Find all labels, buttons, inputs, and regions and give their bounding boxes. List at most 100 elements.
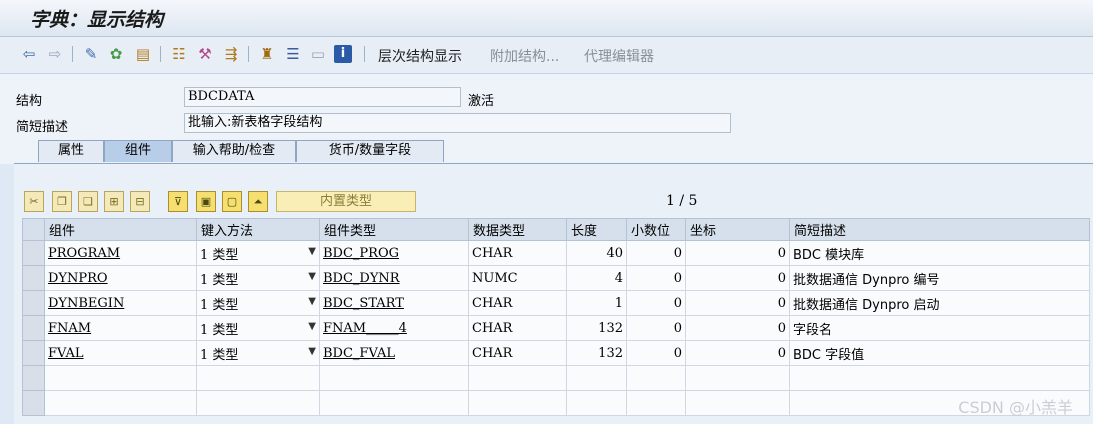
typing-cell[interactable]: 1 类型 ▼ — [196, 265, 320, 291]
table-row[interactable]: DYNBEGIN 1 类型 ▼ BDC_START CHAR 1 0 0 批数据通… — [22, 290, 1090, 316]
data-type-cell[interactable]: CHAR — [468, 340, 567, 366]
empty-row[interactable] — [22, 365, 1090, 391]
coordinate-cell[interactable]: 0 — [685, 265, 790, 291]
paste-icon[interactable]: ❏ — [78, 191, 98, 212]
row-selector[interactable] — [22, 315, 45, 341]
short-desc-cell[interactable]: 批数据通信 Dynpro 启动 — [789, 290, 1090, 316]
empty-row[interactable] — [22, 390, 1090, 416]
insert-row-icon[interactable]: ⊞ — [104, 191, 124, 212]
dropdown-icon[interactable]: ▼ — [308, 346, 316, 357]
coordinate-cell[interactable]: 0 — [685, 315, 790, 341]
row-selector[interactable] — [22, 265, 45, 291]
coordinate-cell[interactable]: 0 — [685, 240, 790, 266]
tab-attributes[interactable]: 属性 — [38, 140, 104, 162]
length-cell[interactable]: 4 — [566, 265, 627, 291]
typing-cell[interactable]: 1 类型 ▼ — [196, 240, 320, 266]
component-type[interactable]: BDC_FVAL — [323, 346, 395, 361]
component-cell[interactable]: DYNPRO — [44, 265, 197, 291]
component-type-cell[interactable]: BDC_START — [319, 290, 469, 316]
short-desc-cell[interactable]: 批数据通信 Dynpro 编号 — [789, 265, 1090, 291]
tab-input-help[interactable]: 输入帮助/检查 — [172, 140, 296, 162]
dropdown-icon[interactable]: ▼ — [308, 246, 316, 257]
length-cell[interactable]: 40 — [566, 240, 627, 266]
structure-field[interactable]: BDCDATA — [184, 87, 461, 107]
sort-icon[interactable]: ⏶ — [248, 191, 268, 212]
decimals-cell[interactable]: 0 — [626, 265, 686, 291]
length-cell[interactable]: 132 — [566, 340, 627, 366]
layout-icon[interactable]: ▭ — [309, 45, 327, 63]
row-selector-header[interactable] — [22, 218, 45, 241]
short-desc-cell[interactable]: BDC 字段值 — [789, 340, 1090, 366]
table-row[interactable]: PROGRAM 1 类型 ▼ BDC_PROG CHAR 40 0 0 BDC 模… — [22, 240, 1090, 266]
table-row[interactable]: FVAL 1 类型 ▼ BDC_FVAL CHAR 132 0 0 BDC 字段值 — [22, 340, 1090, 366]
table-row[interactable]: DYNPRO 1 类型 ▼ BDC_DYNR NUMC 4 0 0 批数据通信 D… — [22, 265, 1090, 291]
filter-icon[interactable]: ⊽ — [168, 191, 188, 212]
length-cell[interactable]: 1 — [566, 290, 627, 316]
coordinate-cell[interactable]: 0 — [685, 340, 790, 366]
clipboard-icon[interactable]: ▤ — [134, 45, 152, 63]
empty-cell[interactable] — [319, 365, 469, 391]
cut-icon[interactable]: ✂ — [24, 191, 44, 212]
typing-cell[interactable]: 1 类型 ▼ — [196, 315, 320, 341]
component-type-cell[interactable]: FNAM_____4 — [319, 315, 469, 341]
dropdown-icon[interactable]: ▼ — [308, 321, 316, 332]
empty-cell[interactable] — [685, 365, 790, 391]
empty-cell[interactable] — [468, 390, 567, 416]
where-used-icon[interactable]: ⇶ — [222, 45, 240, 63]
hierarchy-icon[interactable]: ♜ — [258, 45, 276, 63]
magic-wand-icon[interactable]: ⚒ — [196, 45, 214, 63]
empty-cell[interactable] — [44, 390, 197, 416]
empty-cell[interactable] — [685, 390, 790, 416]
forward-icon[interactable]: ⇨ — [46, 45, 64, 63]
empty-cell[interactable] — [196, 390, 320, 416]
data-type-cell[interactable]: CHAR — [468, 315, 567, 341]
dropdown-icon[interactable]: ▼ — [308, 271, 316, 282]
empty-cell[interactable] — [468, 365, 567, 391]
tab-currency-quantity[interactable]: 货币/数量字段 — [296, 140, 444, 162]
component-type-cell[interactable]: BDC_FVAL — [319, 340, 469, 366]
row-selector[interactable] — [22, 340, 45, 366]
typing-cell[interactable]: 1 类型 ▼ — [196, 340, 320, 366]
component-type[interactable]: BDC_PROG — [323, 246, 399, 261]
copy-icon[interactable]: ❐ — [52, 191, 72, 212]
component-type[interactable]: FNAM_____4 — [323, 321, 407, 336]
empty-cell[interactable] — [44, 365, 197, 391]
component-cell[interactable]: FVAL — [44, 340, 197, 366]
empty-cell[interactable] — [319, 390, 469, 416]
data-type-cell[interactable]: CHAR — [468, 240, 567, 266]
row-selector[interactable] — [22, 390, 45, 416]
component-type[interactable]: BDC_START — [323, 296, 404, 311]
append-structure-button[interactable]: 附加结构... — [490, 46, 559, 66]
component-cell[interactable]: DYNBEGIN — [44, 290, 197, 316]
empty-cell[interactable] — [566, 365, 627, 391]
object-list-icon[interactable]: ☷ — [170, 45, 188, 63]
component-name[interactable]: FNAM — [48, 321, 91, 336]
empty-cell[interactable] — [196, 365, 320, 391]
deselect-icon[interactable]: ▢ — [222, 191, 242, 212]
column-header-length[interactable]: 长度 — [566, 218, 627, 241]
component-name[interactable]: PROGRAM — [48, 246, 120, 261]
component-type[interactable]: BDC_DYNR — [323, 271, 400, 286]
info-icon[interactable]: i — [334, 45, 352, 63]
select-all-icon[interactable]: ▣ — [196, 191, 216, 212]
component-name[interactable]: FVAL — [48, 346, 84, 361]
column-header-component[interactable]: 组件 — [44, 218, 197, 241]
empty-cell[interactable] — [626, 365, 686, 391]
row-selector[interactable] — [22, 365, 45, 391]
component-cell[interactable]: PROGRAM — [44, 240, 197, 266]
builtin-type-button[interactable]: 内置类型 — [276, 191, 416, 212]
component-cell[interactable]: FNAM — [44, 315, 197, 341]
table-row[interactable]: FNAM 1 类型 ▼ FNAM_____4 CHAR 132 0 0 字段名 — [22, 315, 1090, 341]
proxy-editor-button[interactable]: 代理编辑器 — [584, 46, 654, 66]
display-change-icon[interactable]: ✎ — [82, 45, 100, 63]
column-header-decimals[interactable]: 小数位 — [626, 218, 686, 241]
column-header-typing[interactable]: 键入方法 — [196, 218, 320, 241]
tab-components[interactable]: 组件 — [104, 140, 172, 162]
component-type-cell[interactable]: BDC_PROG — [319, 240, 469, 266]
column-header-coordinate[interactable]: 坐标 — [685, 218, 790, 241]
row-selector[interactable] — [22, 240, 45, 266]
align-icon[interactable]: ☰ — [284, 45, 302, 63]
decimals-cell[interactable]: 0 — [626, 240, 686, 266]
typing-cell[interactable]: 1 类型 ▼ — [196, 290, 320, 316]
decimals-cell[interactable]: 0 — [626, 315, 686, 341]
